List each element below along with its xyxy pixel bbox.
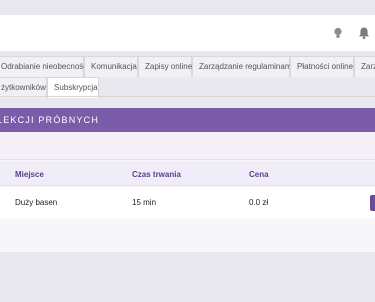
tab-subscription[interactable]: Subskrypcja [47,77,99,98]
tab-users[interactable]: żytkowników [0,77,47,98]
table-row: Duży basen 15 min 0.0 zł [0,187,375,219]
tab-online-signups[interactable]: Zapisy online [138,56,192,77]
cell-duration: 15 min [132,198,157,207]
lightbulb-icon[interactable] [331,26,345,40]
column-header-price[interactable]: Cena [249,170,269,179]
panel-title: LEKCJI PRÓBNYCH [0,115,100,125]
column-header-duration[interactable]: Czas trwania [132,170,181,179]
tab-makeup-absences[interactable]: Odrabianie nieobecności [0,56,89,77]
tabs-divider [0,96,375,97]
tabs-navigation: Odrabianie nieobecności Komunikacja Zapi… [0,56,375,98]
top-bar [0,15,375,51]
bell-icon[interactable] [357,26,371,40]
cell-place: Duży basen [15,198,58,207]
panel-subheader [0,132,375,160]
tab-regulations[interactable]: Zarządzanie regulaminami [192,56,293,77]
tab-management-truncated[interactable]: Zarzą [354,56,375,77]
cell-price: 0.0 zł [249,198,269,207]
table-header: Miejsce Czas trwania Cena [0,161,375,186]
column-header-place[interactable]: Miejsce [15,170,44,179]
trial-lessons-panel: LEKCJI PRÓBNYCH Miejsce Czas trwania Cen… [0,108,375,252]
tab-communication[interactable]: Komunikacja [84,56,138,77]
row-action-button[interactable] [370,195,375,211]
tab-online-payments[interactable]: Płatności online [290,56,354,77]
panel-header: LEKCJI PRÓBNYCH [0,108,375,132]
